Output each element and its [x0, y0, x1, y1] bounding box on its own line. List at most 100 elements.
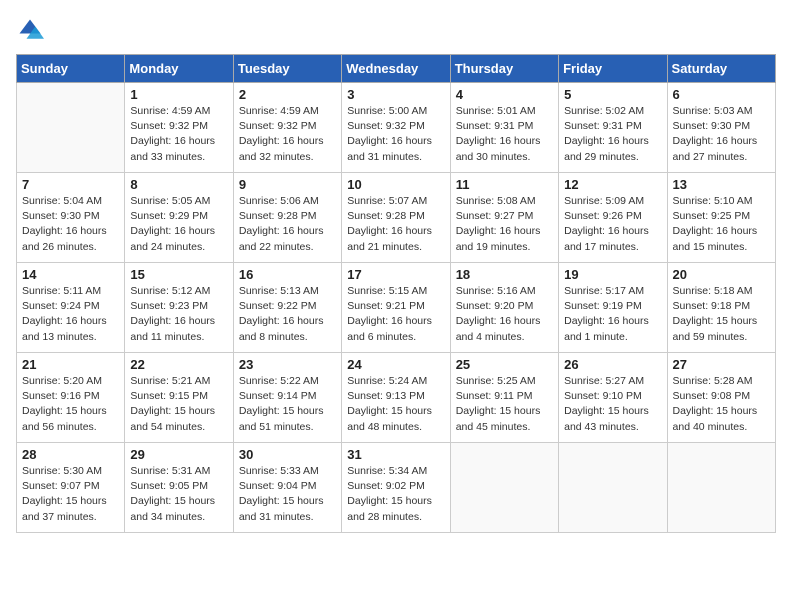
- calendar-cell: 12 Sunrise: 5:09 AM Sunset: 9:26 PM Dayli…: [559, 173, 667, 263]
- day-number: 31: [347, 447, 444, 462]
- calendar-cell: 11 Sunrise: 5:08 AM Sunset: 9:27 PM Dayli…: [450, 173, 558, 263]
- calendar-cell: [667, 443, 775, 533]
- day-info: Sunrise: 5:15 AM Sunset: 9:21 PM Dayligh…: [347, 284, 444, 345]
- calendar-header-tuesday: Tuesday: [233, 55, 341, 83]
- calendar-cell: 1 Sunrise: 4:59 AM Sunset: 9:32 PM Daylig…: [125, 83, 233, 173]
- calendar-cell: 5 Sunrise: 5:02 AM Sunset: 9:31 PM Daylig…: [559, 83, 667, 173]
- day-number: 4: [456, 87, 553, 102]
- day-number: 12: [564, 177, 661, 192]
- day-number: 27: [673, 357, 770, 372]
- day-info: Sunrise: 5:20 AM Sunset: 9:16 PM Dayligh…: [22, 374, 119, 435]
- day-number: 5: [564, 87, 661, 102]
- calendar-table: SundayMondayTuesdayWednesdayThursdayFrid…: [16, 54, 776, 533]
- calendar-cell: 25 Sunrise: 5:25 AM Sunset: 9:11 PM Dayli…: [450, 353, 558, 443]
- calendar-cell: 24 Sunrise: 5:24 AM Sunset: 9:13 PM Dayli…: [342, 353, 450, 443]
- calendar-cell: 14Sunrise: 5:11 AM Sunset: 9:24 PM Dayli…: [17, 263, 125, 353]
- day-info: Sunrise: 4:59 AM Sunset: 9:32 PM Dayligh…: [239, 104, 336, 165]
- day-number: 19: [564, 267, 661, 282]
- day-info: Sunrise: 5:34 AM Sunset: 9:02 PM Dayligh…: [347, 464, 444, 525]
- day-info: Sunrise: 5:28 AM Sunset: 9:08 PM Dayligh…: [673, 374, 770, 435]
- day-info: Sunrise: 5:27 AM Sunset: 9:10 PM Dayligh…: [564, 374, 661, 435]
- day-info: Sunrise: 5:24 AM Sunset: 9:13 PM Dayligh…: [347, 374, 444, 435]
- day-number: 16: [239, 267, 336, 282]
- day-number: 24: [347, 357, 444, 372]
- logo-icon: [16, 16, 44, 44]
- calendar-cell: 20 Sunrise: 5:18 AM Sunset: 9:18 PM Dayli…: [667, 263, 775, 353]
- day-info: Sunrise: 5:11 AM Sunset: 9:24 PM Dayligh…: [22, 284, 119, 345]
- day-number: 18: [456, 267, 553, 282]
- day-number: 28: [22, 447, 119, 462]
- day-number: 1: [130, 87, 227, 102]
- day-number: 13: [673, 177, 770, 192]
- day-number: 15: [130, 267, 227, 282]
- calendar-cell: 3 Sunrise: 5:00 AM Sunset: 9:32 PM Daylig…: [342, 83, 450, 173]
- day-number: 21: [22, 357, 119, 372]
- calendar-cell: 19 Sunrise: 5:17 AM Sunset: 9:19 PM Dayli…: [559, 263, 667, 353]
- calendar-cell: 8 Sunrise: 5:05 AM Sunset: 9:29 PM Daylig…: [125, 173, 233, 263]
- day-info: Sunrise: 5:09 AM Sunset: 9:26 PM Dayligh…: [564, 194, 661, 255]
- day-info: Sunrise: 5:01 AM Sunset: 9:31 PM Dayligh…: [456, 104, 553, 165]
- day-number: 10: [347, 177, 444, 192]
- day-number: 6: [673, 87, 770, 102]
- day-info: Sunrise: 5:05 AM Sunset: 9:29 PM Dayligh…: [130, 194, 227, 255]
- day-info: Sunrise: 5:13 AM Sunset: 9:22 PM Dayligh…: [239, 284, 336, 345]
- logo: [16, 16, 48, 44]
- day-info: Sunrise: 5:04 AM Sunset: 9:30 PM Dayligh…: [22, 194, 119, 255]
- day-info: Sunrise: 5:16 AM Sunset: 9:20 PM Dayligh…: [456, 284, 553, 345]
- calendar-cell: [559, 443, 667, 533]
- day-number: 11: [456, 177, 553, 192]
- calendar-cell: 7 Sunrise: 5:04 AM Sunset: 9:30 PM Daylig…: [17, 173, 125, 263]
- calendar-cell: 21 Sunrise: 5:20 AM Sunset: 9:16 PM Dayli…: [17, 353, 125, 443]
- calendar-header-thursday: Thursday: [450, 55, 558, 83]
- day-number: 3: [347, 87, 444, 102]
- calendar-header-wednesday: Wednesday: [342, 55, 450, 83]
- day-info: Sunrise: 5:12 AM Sunset: 9:23 PM Dayligh…: [130, 284, 227, 345]
- calendar-cell: 6 Sunrise: 5:03 AM Sunset: 9:30 PM Daylig…: [667, 83, 775, 173]
- page-header: [16, 16, 776, 44]
- calendar-cell: 13Sunrise: 5:10 AM Sunset: 9:25 PM Dayli…: [667, 173, 775, 263]
- calendar-cell: 2 Sunrise: 4:59 AM Sunset: 9:32 PM Daylig…: [233, 83, 341, 173]
- calendar-cell: 9Sunrise: 5:06 AM Sunset: 9:28 PM Daylig…: [233, 173, 341, 263]
- calendar-header-saturday: Saturday: [667, 55, 775, 83]
- calendar-cell: 4 Sunrise: 5:01 AM Sunset: 9:31 PM Daylig…: [450, 83, 558, 173]
- calendar-cell: 30Sunrise: 5:33 AM Sunset: 9:04 PM Dayli…: [233, 443, 341, 533]
- calendar-header-monday: Monday: [125, 55, 233, 83]
- day-number: 22: [130, 357, 227, 372]
- day-info: Sunrise: 5:03 AM Sunset: 9:30 PM Dayligh…: [673, 104, 770, 165]
- calendar-header-friday: Friday: [559, 55, 667, 83]
- calendar-cell: 26Sunrise: 5:27 AM Sunset: 9:10 PM Dayli…: [559, 353, 667, 443]
- day-number: 20: [673, 267, 770, 282]
- calendar-week-row-5: 28 Sunrise: 5:30 AM Sunset: 9:07 PM Dayli…: [17, 443, 776, 533]
- calendar-cell: 16 Sunrise: 5:13 AM Sunset: 9:22 PM Dayli…: [233, 263, 341, 353]
- day-info: Sunrise: 5:00 AM Sunset: 9:32 PM Dayligh…: [347, 104, 444, 165]
- day-info: Sunrise: 5:02 AM Sunset: 9:31 PM Dayligh…: [564, 104, 661, 165]
- calendar-cell: [450, 443, 558, 533]
- day-info: Sunrise: 5:08 AM Sunset: 9:27 PM Dayligh…: [456, 194, 553, 255]
- day-number: 25: [456, 357, 553, 372]
- day-info: Sunrise: 5:18 AM Sunset: 9:18 PM Dayligh…: [673, 284, 770, 345]
- calendar-header-sunday: Sunday: [17, 55, 125, 83]
- day-info: Sunrise: 5:21 AM Sunset: 9:15 PM Dayligh…: [130, 374, 227, 435]
- day-info: Sunrise: 5:25 AM Sunset: 9:11 PM Dayligh…: [456, 374, 553, 435]
- day-number: 7: [22, 177, 119, 192]
- calendar-cell: 27 Sunrise: 5:28 AM Sunset: 9:08 PM Dayli…: [667, 353, 775, 443]
- day-number: 29: [130, 447, 227, 462]
- calendar-week-row-4: 21 Sunrise: 5:20 AM Sunset: 9:16 PM Dayli…: [17, 353, 776, 443]
- day-info: Sunrise: 5:06 AM Sunset: 9:28 PM Dayligh…: [239, 194, 336, 255]
- calendar-week-row-1: 1 Sunrise: 4:59 AM Sunset: 9:32 PM Daylig…: [17, 83, 776, 173]
- calendar-cell: 17 Sunrise: 5:15 AM Sunset: 9:21 PM Dayli…: [342, 263, 450, 353]
- day-info: Sunrise: 4:59 AM Sunset: 9:32 PM Dayligh…: [130, 104, 227, 165]
- day-info: Sunrise: 5:07 AM Sunset: 9:28 PM Dayligh…: [347, 194, 444, 255]
- day-number: 8: [130, 177, 227, 192]
- calendar-cell: 31 Sunrise: 5:34 AM Sunset: 9:02 PM Dayli…: [342, 443, 450, 533]
- calendar-cell: 23 Sunrise: 5:22 AM Sunset: 9:14 PM Dayli…: [233, 353, 341, 443]
- calendar-cell: 15 Sunrise: 5:12 AM Sunset: 9:23 PM Dayli…: [125, 263, 233, 353]
- day-info: Sunrise: 5:30 AM Sunset: 9:07 PM Dayligh…: [22, 464, 119, 525]
- day-info: Sunrise: 5:22 AM Sunset: 9:14 PM Dayligh…: [239, 374, 336, 435]
- calendar-cell: 18 Sunrise: 5:16 AM Sunset: 9:20 PM Dayli…: [450, 263, 558, 353]
- day-number: 17: [347, 267, 444, 282]
- calendar-cell: 22 Sunrise: 5:21 AM Sunset: 9:15 PM Dayli…: [125, 353, 233, 443]
- day-number: 23: [239, 357, 336, 372]
- day-number: 2: [239, 87, 336, 102]
- day-info: Sunrise: 5:17 AM Sunset: 9:19 PM Dayligh…: [564, 284, 661, 345]
